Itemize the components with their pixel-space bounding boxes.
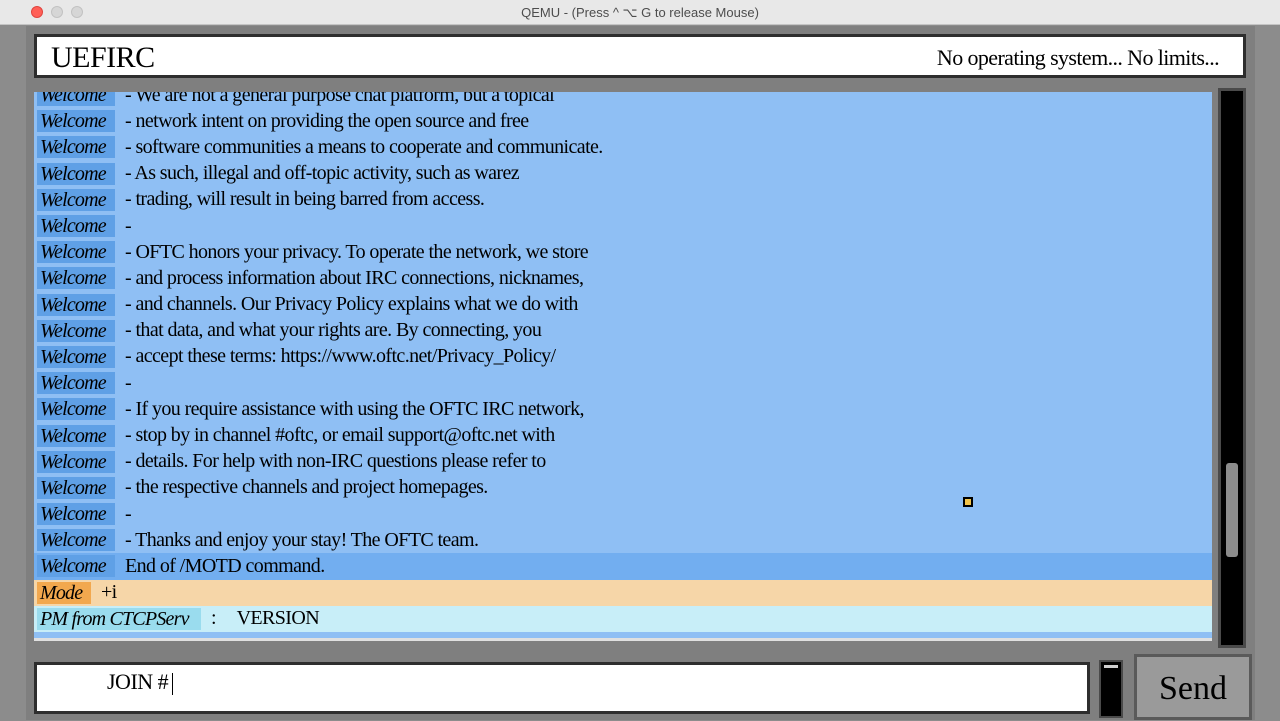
chat-message-text: - (125, 214, 132, 237)
message-source-label: Welcome (37, 92, 115, 107)
chat-message-row: Welcome - accept these terms: https://www… (34, 344, 1212, 370)
pm-message-text: VERSION (236, 607, 320, 630)
message-source-label: Welcome (37, 555, 115, 578)
mouse-cursor-icon (963, 497, 973, 507)
chat-message-text: - network intent on providing the open s… (125, 109, 529, 132)
chat-message-row: Welcome - that data, and what your rights… (34, 318, 1212, 344)
message-source-label: Welcome (37, 398, 115, 421)
message-source-label: Welcome (37, 529, 115, 552)
message-source-label: PM from CTCPServ (37, 607, 201, 630)
app-header: UEFIRC No operating system... No limits.… (34, 34, 1246, 78)
message-source-label: Welcome (37, 476, 115, 499)
chat-message-row-end-motd: Welcome End of /MOTD command. (34, 553, 1212, 580)
message-input-value: JOIN # (107, 669, 169, 694)
chat-message-text: - and channels. Our Privacy Policy expla… (125, 293, 578, 316)
chat-scrollbar[interactable] (1218, 88, 1246, 648)
chat-pm-row: PM from CTCPServ: VERSION (34, 605, 1212, 632)
message-source-label: Welcome (37, 345, 115, 368)
window-title: QEMU - (Press ^ ⌥ G to release Mouse) (521, 5, 759, 20)
message-input-text: JOIN # (107, 669, 174, 695)
chat-message-row: Welcome - software communities a means to… (34, 134, 1212, 160)
app-title: UEFIRC (51, 41, 155, 74)
chat-message-text: - accept these terms: https://www.oftc.n… (125, 345, 556, 368)
chat-message-row: Welcome - Thanks and enjoy your stay! The… (34, 527, 1212, 553)
chat-message-text: - stop by in channel #oftc, or email sup… (125, 424, 555, 447)
chat-message-text: - We are not a general purpose chat plat… (125, 92, 555, 106)
message-source-label: Welcome (37, 503, 115, 526)
qemu-guest-display[interactable]: UEFIRC No operating system... No limits.… (26, 26, 1255, 720)
message-source-label: Welcome (37, 136, 115, 159)
window-titlebar: QEMU - (Press ^ ⌥ G to release Mouse) (0, 0, 1280, 25)
chat-message-text: - (125, 502, 132, 525)
chat-message-text: - details. For help with non-IRC questio… (125, 450, 546, 473)
chat-message-row: Welcome - OFTC honors your privacy. To op… (34, 239, 1212, 265)
chat-mode-row: Mode +i (34, 579, 1212, 606)
chat-message-text: - If you require assistance with using t… (125, 397, 585, 420)
chat-message-text: - Thanks and enjoy your stay! The OFTC t… (125, 528, 479, 551)
chat-message-text: - trading, will result in being barred f… (125, 188, 485, 211)
message-source-label: Welcome (37, 215, 115, 238)
message-source-label: Welcome (37, 162, 115, 185)
chat-message-text: - OFTC honors your privacy. To operate t… (125, 240, 589, 263)
chat-message-row: Welcome - and process information about I… (34, 265, 1212, 291)
chat-divider (34, 638, 1212, 641)
message-input[interactable]: JOIN # (34, 662, 1090, 714)
message-source-label: Welcome (37, 293, 115, 316)
chat-message-row: Welcome - We are not a general purpose ch… (34, 92, 1212, 108)
chat-message-row: Welcome - (34, 501, 1212, 527)
chat-message-row: Welcome - (34, 370, 1212, 396)
chat-message-row: Welcome - details. For help with non-IRC … (34, 449, 1212, 475)
message-source-label: Welcome (37, 450, 115, 473)
chat-scrollbar-thumb[interactable] (1226, 463, 1238, 557)
app-slogan: No operating system... No limits... (936, 45, 1220, 70)
chat-message-row: Welcome - trading, will result in being b… (34, 187, 1212, 213)
message-source-label: Mode (37, 581, 91, 604)
input-scrollbar[interactable] (1099, 660, 1123, 718)
text-caret (172, 672, 174, 695)
message-source-label: Welcome (37, 188, 115, 211)
chat-message-row: Welcome - As such, illegal and off-topic … (34, 161, 1212, 187)
chat-message-text: - software communities a means to cooper… (125, 135, 603, 158)
message-source-label: Welcome (37, 424, 115, 447)
mode-value: +i (101, 581, 117, 604)
message-source-label: Welcome (37, 267, 115, 290)
chat-message-text: - (125, 371, 132, 394)
chat-message-text: - the respective channels and project ho… (125, 476, 488, 499)
message-source-label: Welcome (37, 241, 115, 264)
message-source-label: Welcome (37, 372, 115, 395)
message-source-label: Welcome (37, 110, 115, 133)
chat-message-row: Welcome - the respective channels and pro… (34, 475, 1212, 501)
chat-message-text: - that data, and what your rights are. B… (125, 319, 542, 342)
chat-message-row: Welcome - and channels. Our Privacy Polic… (34, 292, 1212, 318)
chat-message-row: Welcome - (34, 213, 1212, 239)
input-scrollbar-thumb[interactable] (1104, 665, 1118, 668)
chat-message-row: Welcome - If you require assistance with … (34, 396, 1212, 422)
chat-message-row: Welcome - network intent on providing the… (34, 108, 1212, 134)
pm-separator: : (211, 607, 217, 630)
chat-message-text: - and process information about IRC conn… (125, 266, 584, 289)
chat-message-text: - As such, illegal and off-topic activit… (125, 162, 520, 185)
chat-message-text: End of /MOTD command. (125, 554, 325, 577)
chat-log[interactable]: Welcome - We are not a general purpose ch… (34, 92, 1212, 641)
message-source-label: Welcome (37, 319, 115, 342)
send-button[interactable]: Send (1134, 654, 1252, 720)
chat-message-row: Welcome - stop by in channel #oftc, or em… (34, 422, 1212, 448)
